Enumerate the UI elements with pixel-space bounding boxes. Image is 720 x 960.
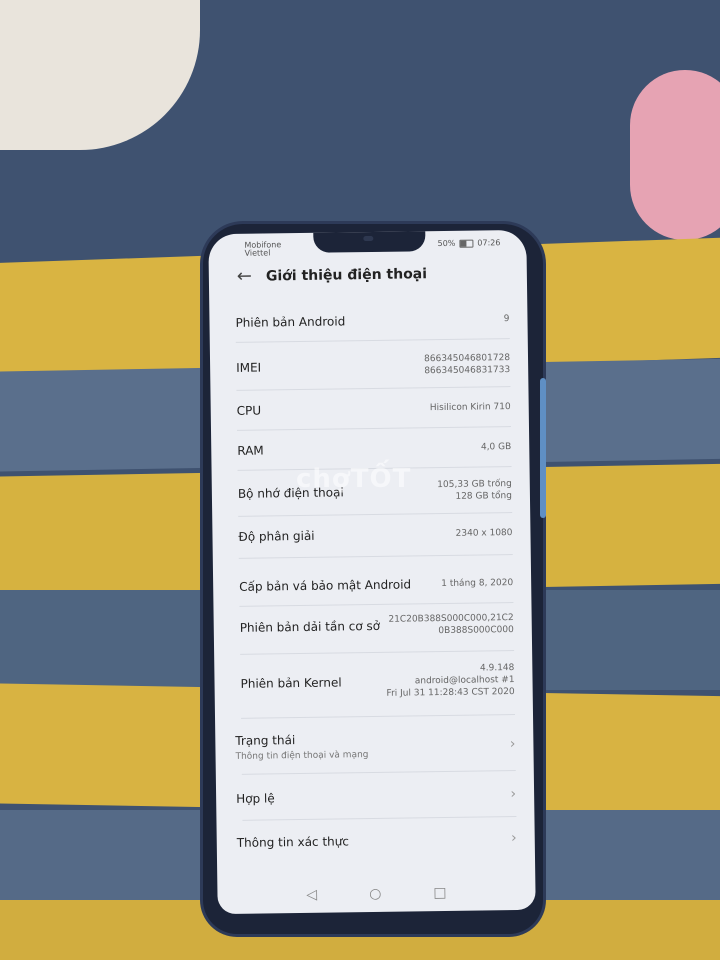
info-value: 2340 x 1080 — [455, 528, 513, 539]
nav-item-status[interactable]: Trạng thái Thông tin điện thoại và mạng … — [235, 730, 515, 762]
row-divider — [239, 602, 514, 607]
info-row-android-version: Phiên bản Android 9 — [235, 312, 509, 330]
nav-item-label: Thông tin xác thực — [236, 834, 350, 850]
info-row-ram: RAM 4,0 GB — [237, 440, 511, 458]
chevron-right-icon: › — [509, 736, 516, 753]
info-value: 1 tháng 8, 2020 — [441, 578, 514, 590]
info-row-baseband: Phiên bản dải tần cơ sở 21C20B388S000C00… — [240, 612, 514, 640]
info-value: 4,0 GB — [480, 442, 512, 453]
row-divider — [237, 426, 511, 431]
info-row-resolution: Độ phân giải 2340 x 1080 — [238, 526, 512, 544]
info-row-kernel: Phiên bản Kernel 4.9.148 android@localho… — [240, 662, 514, 702]
info-label: Độ phân giải — [238, 528, 315, 544]
fabric-pink-patch — [630, 70, 720, 240]
arrow-left-icon[interactable]: ← — [237, 266, 252, 287]
phone-side-button — [540, 378, 546, 518]
row-divider — [240, 650, 515, 655]
row-divider — [241, 714, 516, 719]
battery-percent: 50% — [437, 238, 456, 249]
row-divider — [238, 554, 513, 559]
info-value: 4.9.148 android@localhost #1 Fri Jul 31 … — [386, 663, 515, 699]
battery-icon — [459, 239, 474, 248]
carrier-2: Viettel — [244, 248, 271, 258]
info-label: Phiên bản Kernel — [240, 675, 342, 691]
row-divider — [241, 770, 516, 775]
page-header: ← Giới thiệu điện thoại — [237, 265, 428, 287]
front-camera-icon — [363, 235, 374, 242]
nav-item-label: Hợp lệ — [236, 791, 275, 806]
info-label: RAM — [237, 443, 264, 458]
info-row-security-patch: Cấp bản vá bảo mật Android 1 tháng 8, 20… — [239, 576, 514, 594]
nav-recents-icon[interactable]: □ — [433, 885, 446, 901]
nav-item-authentication[interactable]: Thông tin xác thực › — [236, 830, 517, 850]
info-label: Phiên bản dải tần cơ sở — [239, 618, 381, 635]
status-bar-right: 50% 07:26 — [438, 238, 501, 248]
info-value: 105,33 GB trống 128 GB tổng — [437, 479, 513, 502]
info-label: CPU — [236, 403, 262, 418]
status-bar-carriers: Mobifone Viettel — [244, 240, 281, 258]
nav-item-subtitle: Thông tin điện thoại và mạng — [235, 750, 369, 762]
nav-item-regulatory[interactable]: Hợp lệ › — [236, 786, 517, 806]
clock: 07:26 — [477, 238, 501, 248]
row-divider — [242, 816, 517, 821]
info-row-imei: IMEI 866345046801728 866345046831733 — [236, 352, 510, 380]
info-label: Cấp bản vá bảo mật Android — [239, 577, 412, 594]
row-divider — [236, 386, 511, 391]
info-label: IMEI — [236, 360, 262, 375]
system-nav-bar: ◁ ○ □ — [217, 884, 535, 904]
row-divider — [235, 338, 510, 343]
info-row-cpu: CPU Hisilicon Kirin 710 — [237, 400, 511, 418]
display-notch — [313, 229, 426, 253]
nav-item-label: Trạng thái — [235, 733, 296, 748]
chotot-watermark: chợTỐT — [296, 464, 412, 494]
phone-screen: Mobifone Viettel 50% 07:26 ← Giới thiệu … — [208, 229, 536, 915]
nav-home-icon[interactable]: ○ — [369, 886, 381, 902]
info-value: 21C20B388S000C000,21C2 0B388S000C000 — [388, 613, 514, 637]
chevron-right-icon: › — [511, 830, 517, 847]
info-value: Hisilicon Kirin 710 — [429, 402, 511, 414]
info-value: 866345046801728 866345046831733 — [424, 353, 511, 377]
row-divider — [238, 512, 513, 517]
chevron-right-icon: › — [510, 786, 517, 803]
page-title: Giới thiệu điện thoại — [265, 266, 428, 285]
fabric-white-patch — [0, 0, 200, 150]
info-value: 9 — [503, 314, 510, 325]
nav-back-icon[interactable]: ◁ — [306, 887, 317, 903]
info-label: Phiên bản Android — [235, 314, 346, 330]
